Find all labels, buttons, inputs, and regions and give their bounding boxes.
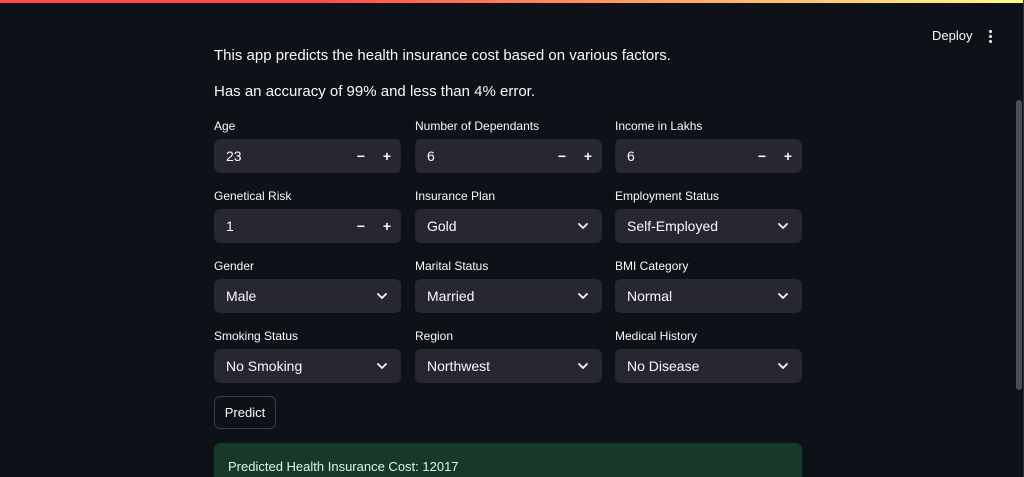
chevron-down-icon[interactable]	[376, 360, 388, 372]
dependants-decrement-button[interactable]: −	[549, 139, 575, 173]
genetical-risk-value[interactable]: 1	[226, 209, 234, 243]
income-input[interactable]: 6 − +	[615, 139, 802, 173]
intro-text: This app predicts the health insurance c…	[214, 47, 671, 64]
main-content: This app predicts the health insurance c…	[214, 0, 802, 477]
employment-status-select[interactable]: Self-Employed	[615, 209, 802, 243]
income-value[interactable]: 6	[627, 139, 635, 173]
income-increment-button[interactable]: +	[775, 139, 801, 173]
accuracy-text: Has an accuracy of 99% and less than 4% …	[214, 83, 536, 100]
gender-value: Male	[226, 288, 257, 304]
medical-history-select[interactable]: No Disease	[615, 349, 802, 383]
region-value: Northwest	[427, 358, 491, 374]
income-label: Income in Lakhs	[615, 119, 703, 133]
employment-status-label: Employment Status	[615, 189, 720, 203]
age-value[interactable]: 23	[226, 139, 242, 173]
age-input[interactable]: 23 − +	[214, 139, 401, 173]
marital-status-label: Marital Status	[415, 259, 489, 273]
age-increment-button[interactable]: +	[374, 139, 400, 173]
predict-button[interactable]: Predict	[214, 396, 276, 429]
genetical-risk-input[interactable]: 1 − +	[214, 209, 401, 243]
income-decrement-button[interactable]: −	[749, 139, 775, 173]
marital-status-value: Married	[427, 288, 475, 304]
medical-history-value: No Disease	[627, 358, 700, 374]
employment-status-value: Self-Employed	[627, 218, 719, 234]
chevron-down-icon[interactable]	[577, 290, 589, 302]
age-label: Age	[214, 119, 236, 133]
chevron-down-icon[interactable]	[577, 360, 589, 372]
genetical-risk-decrement-button[interactable]: −	[348, 209, 374, 243]
chevron-down-icon[interactable]	[376, 290, 388, 302]
bmi-category-label: BMI Category	[615, 259, 689, 273]
smoking-status-select[interactable]: No Smoking	[214, 349, 401, 383]
marital-status-select[interactable]: Married	[415, 279, 602, 313]
insurance-plan-label: Insurance Plan	[415, 189, 496, 203]
insurance-plan-value: Gold	[427, 218, 457, 234]
smoking-status-value: No Smoking	[226, 358, 303, 374]
dependants-label: Number of Dependants	[415, 119, 540, 133]
region-label: Region	[415, 329, 454, 343]
scrollbar-thumb[interactable]	[1016, 100, 1022, 390]
age-decrement-button[interactable]: −	[348, 139, 374, 173]
bmi-category-value: Normal	[627, 288, 673, 304]
insurance-plan-select[interactable]: Gold	[415, 209, 602, 243]
gender-select[interactable]: Male	[214, 279, 401, 313]
success-alert: Predicted Health Insurance Cost: 12017	[214, 443, 802, 477]
chevron-down-icon[interactable]	[777, 360, 789, 372]
dependants-increment-button[interactable]: +	[575, 139, 601, 173]
dependants-value[interactable]: 6	[427, 139, 435, 173]
genetical-risk-label: Genetical Risk	[214, 189, 292, 203]
bmi-category-select[interactable]: Normal	[615, 279, 802, 313]
prediction-result: Predicted Health Insurance Cost: 12017	[228, 459, 459, 474]
kebab-menu-icon[interactable]	[982, 25, 998, 47]
chevron-down-icon[interactable]	[777, 220, 789, 232]
chevron-down-icon[interactable]	[577, 220, 589, 232]
smoking-status-label: Smoking Status	[214, 329, 299, 343]
gender-label: Gender	[214, 259, 255, 273]
genetical-risk-increment-button[interactable]: +	[374, 209, 400, 243]
chevron-down-icon[interactable]	[777, 290, 789, 302]
app-window: Deploy This app predicts the health insu…	[0, 0, 1024, 477]
deploy-button[interactable]: Deploy	[924, 25, 980, 47]
dependants-input[interactable]: 6 − +	[415, 139, 602, 173]
region-select[interactable]: Northwest	[415, 349, 602, 383]
medical-history-label: Medical History	[615, 329, 698, 343]
